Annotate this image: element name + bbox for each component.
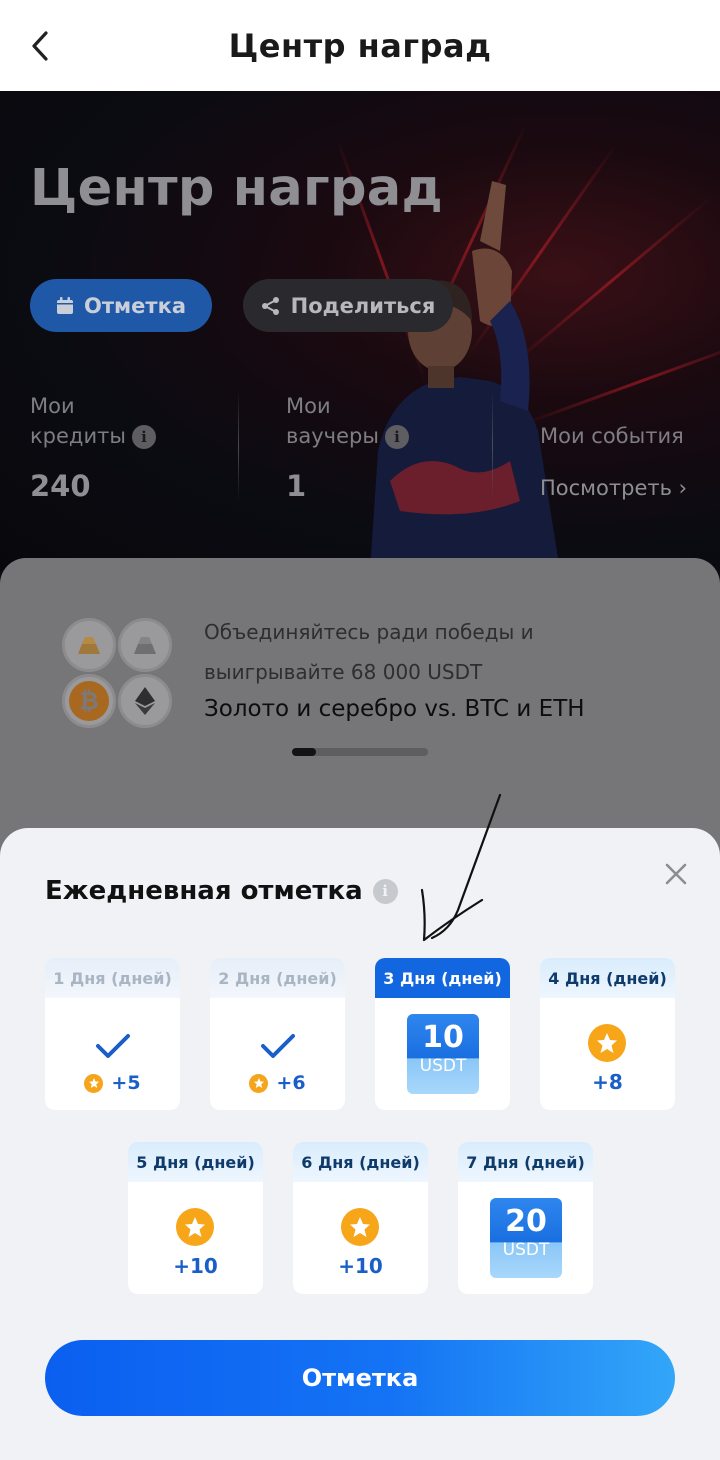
reward-value: +8 (592, 1070, 623, 1094)
gold-coin-icon (62, 618, 116, 672)
daily-checkin-sheet: Ежедневная отметка i 1 Дня (дней) +5 2 Д… (0, 828, 720, 1460)
promo-title: Золото и серебро vs. BTC и ETH (204, 696, 585, 722)
vouchers-value: 1 (286, 469, 307, 503)
top-app-bar: Центр наград (0, 0, 720, 91)
my-credits[interactable]: Мои кредиты i 240 (30, 391, 156, 501)
share-button-label: Поделиться (290, 293, 436, 318)
reward-value: +5 (111, 1072, 141, 1094)
stat-divider (238, 391, 239, 501)
promo-coins-icon: ₿ (62, 618, 174, 730)
usdt-amount: 20 (505, 1204, 547, 1239)
calendar-icon (56, 296, 73, 314)
promo-subtitle-line1: Объединяйтесь ради победы и (204, 620, 534, 644)
checkmark-icon (261, 1034, 295, 1058)
reward-value: +10 (338, 1254, 383, 1278)
hero-title: Центр наград (30, 159, 443, 218)
checkin-button[interactable]: Отметка (30, 279, 212, 332)
day-label: 7 Дня (дней) (458, 1142, 593, 1182)
silver-coin-icon (118, 618, 172, 672)
my-events[interactable]: Мои события Посмотреть › (540, 391, 687, 500)
day-label: 4 Дня (дней) (540, 958, 675, 998)
bitcoin-icon: ₿ (62, 674, 116, 728)
stat-divider (492, 391, 493, 501)
credits-label-line2: кредиты (30, 424, 126, 448)
reward-value: +10 (173, 1254, 218, 1278)
vouchers-label-line1: Мои (286, 394, 331, 418)
promo-subtitle-line2: выигрывайте 68 000 USDT (204, 660, 483, 684)
carousel-pager (292, 748, 428, 756)
my-vouchers[interactable]: Мои ваучеры i 1 (286, 391, 409, 501)
share-button[interactable]: Поделиться (243, 279, 453, 332)
credits-label-line1: Мои (30, 394, 75, 418)
star-coin-icon (176, 1208, 214, 1246)
sheet-title: Ежедневная отметка i (45, 876, 398, 906)
day-label: 3 Дня (дней) (375, 958, 510, 998)
carousel-pager-active (292, 748, 316, 756)
usdt-voucher-icon: 10 USDT (407, 1014, 479, 1094)
star-coin-icon (588, 1024, 626, 1062)
page-title: Центр наград (228, 27, 492, 65)
day-card-1[interactable]: 1 Дня (дней) +5 (45, 958, 180, 1110)
day-card-2[interactable]: 2 Дня (дней) +6 (210, 958, 345, 1110)
day-card-7[interactable]: 7 Дня (дней) 20 USDT (458, 1142, 593, 1294)
info-icon[interactable]: i (372, 878, 398, 904)
usdt-currency: USDT (502, 1240, 550, 1260)
rewards-hero-banner: Центр наград Отметка Поделиться Мои кред… (0, 91, 720, 571)
day-label: 1 Дня (дней) (45, 958, 180, 998)
share-icon (261, 296, 279, 315)
usdt-amount: 10 (422, 1020, 464, 1055)
day-card-4[interactable]: 4 Дня (дней) +8 (540, 958, 675, 1110)
usdt-voucher-icon: 20 USDT (490, 1198, 562, 1278)
reward: +5 (45, 1072, 180, 1094)
close-icon[interactable] (660, 858, 692, 890)
star-coin-icon (84, 1073, 104, 1093)
day-card-6[interactable]: 6 Дня (дней) +10 (293, 1142, 428, 1294)
reward: +6 (210, 1072, 345, 1094)
day-label: 5 Дня (дней) (128, 1142, 263, 1182)
info-icon[interactable]: i (131, 425, 156, 449)
usdt-currency: USDT (419, 1056, 467, 1076)
events-view-link[interactable]: Посмотреть › (540, 473, 687, 503)
driver-illustration (370, 181, 560, 571)
star-coin-icon (249, 1073, 269, 1093)
events-label: Мои события (540, 424, 684, 448)
info-icon[interactable]: i (384, 425, 409, 449)
reward-value: +6 (276, 1072, 306, 1094)
day-label: 2 Дня (дней) (210, 958, 345, 998)
vouchers-label-line2: ваучеры (286, 424, 379, 448)
day-label: 6 Дня (дней) (293, 1142, 428, 1182)
ethereum-icon (118, 674, 172, 728)
day-card-5[interactable]: 5 Дня (дней) +10 (128, 1142, 263, 1294)
promo-subtitle: Объединяйтесь ради победы и выигрывайте … (204, 612, 534, 692)
credits-value: 240 (30, 469, 91, 503)
day-card-3[interactable]: 3 Дня (дней) 10 USDT (375, 958, 510, 1110)
star-coin-icon (341, 1208, 379, 1246)
checkin-button-label: Отметка (83, 293, 187, 318)
checkmark-icon (96, 1034, 130, 1058)
sheet-title-text: Ежедневная отметка (45, 876, 363, 906)
checkin-submit-button[interactable]: Отметка (45, 1340, 675, 1416)
